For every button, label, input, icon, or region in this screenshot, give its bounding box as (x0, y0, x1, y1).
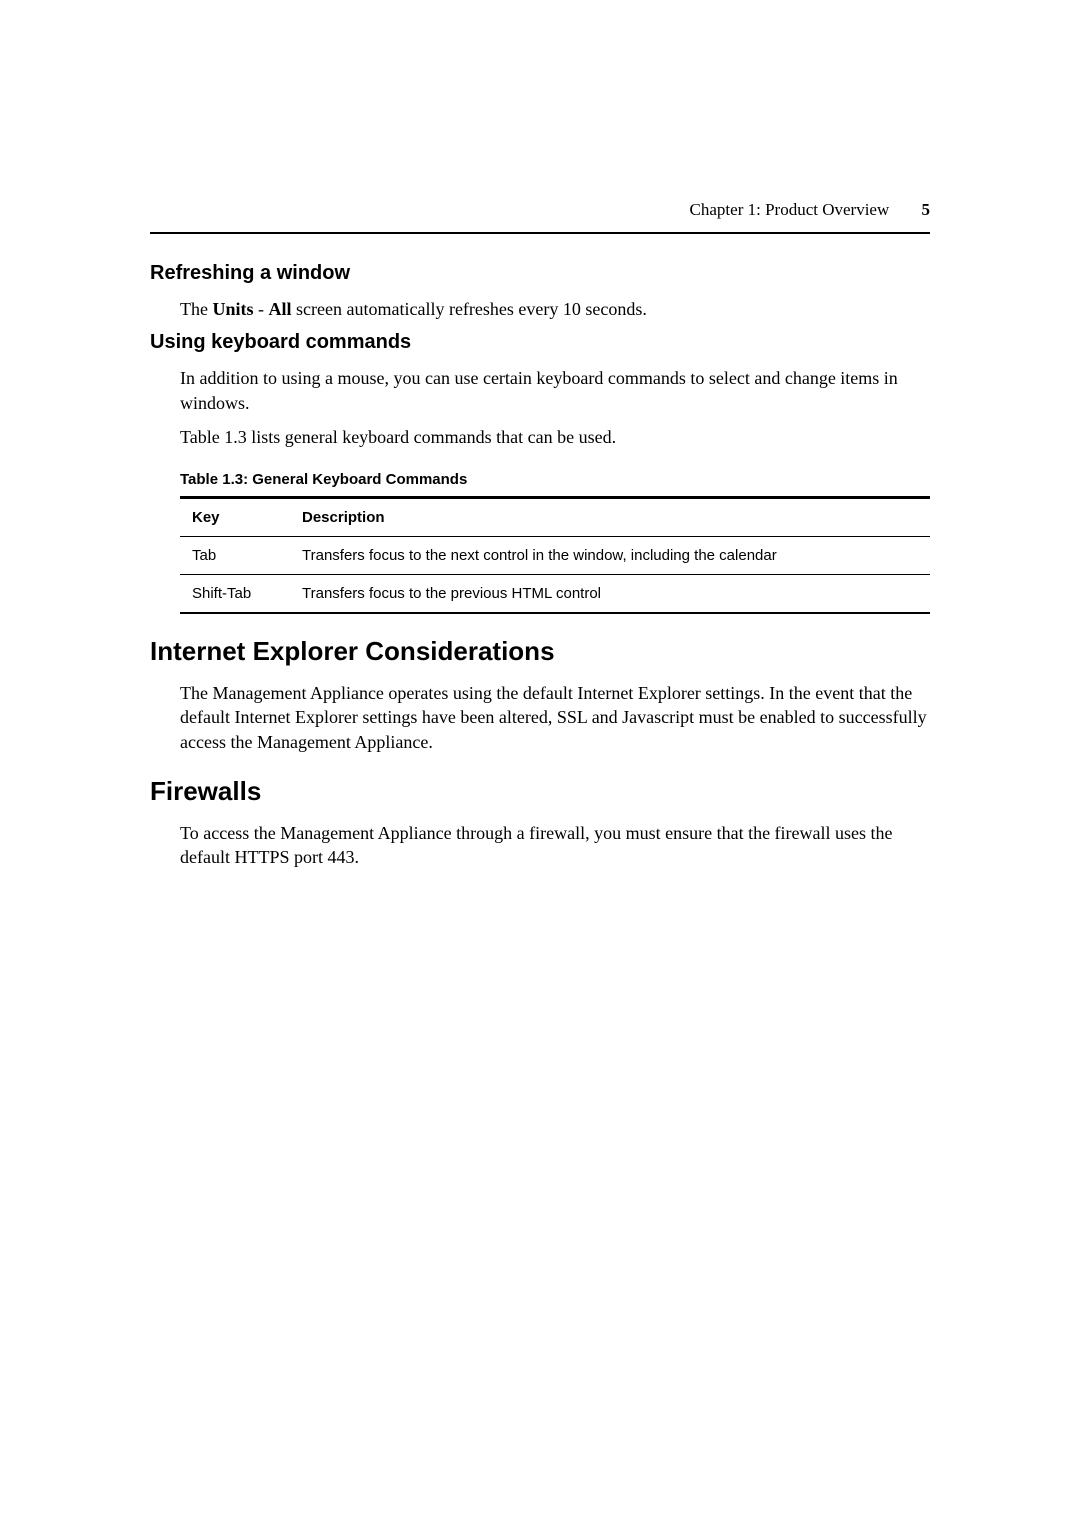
text-bold-units: Units (212, 299, 253, 319)
table-caption: Table 1.3: General Keyboard Commands (180, 471, 930, 488)
table-header-key: Key (180, 498, 290, 537)
table-header-row: Key Description (180, 498, 930, 537)
keyboard-commands-table: Key Description Tab Transfers focus to t… (180, 496, 930, 614)
heading-firewalls: Firewalls (150, 776, 930, 807)
para-ie: The Management Appliance operates using … (180, 681, 930, 754)
heading-keyboard: Using keyboard commands (150, 331, 930, 354)
table-cell-key: Tab (180, 537, 290, 575)
para-keyboard-1: In addition to using a mouse, you can us… (180, 366, 930, 415)
heading-ie: Internet Explorer Considerations (150, 636, 930, 667)
page-number: 5 (922, 200, 931, 219)
text-fragment: - (254, 299, 269, 319)
text-fragment: The (180, 299, 212, 319)
table-row: Tab Transfers focus to the next control … (180, 537, 930, 575)
table-header-desc: Description (290, 498, 930, 537)
table-cell-desc: Transfers focus to the previous HTML con… (290, 575, 930, 614)
text-fragment: screen automatically refreshes every 10 … (292, 299, 647, 319)
table-cell-key: Shift-Tab (180, 575, 290, 614)
para-refreshing: The Units - All screen automatically ref… (180, 297, 930, 321)
page-header: Chapter 1: Product Overview 5 (150, 200, 930, 220)
para-keyboard-2: Table 1.3 lists general keyboard command… (180, 425, 930, 449)
text-bold-all: All (269, 299, 292, 319)
document-page: Chapter 1: Product Overview 5 Refreshing… (0, 0, 1080, 870)
table-row: Shift-Tab Transfers focus to the previou… (180, 575, 930, 614)
para-firewalls: To access the Management Appliance throu… (180, 821, 930, 870)
chapter-label: Chapter 1: Product Overview (690, 200, 890, 219)
header-rule (150, 232, 930, 234)
table-cell-desc: Transfers focus to the next control in t… (290, 537, 930, 575)
heading-refreshing: Refreshing a window (150, 262, 930, 285)
